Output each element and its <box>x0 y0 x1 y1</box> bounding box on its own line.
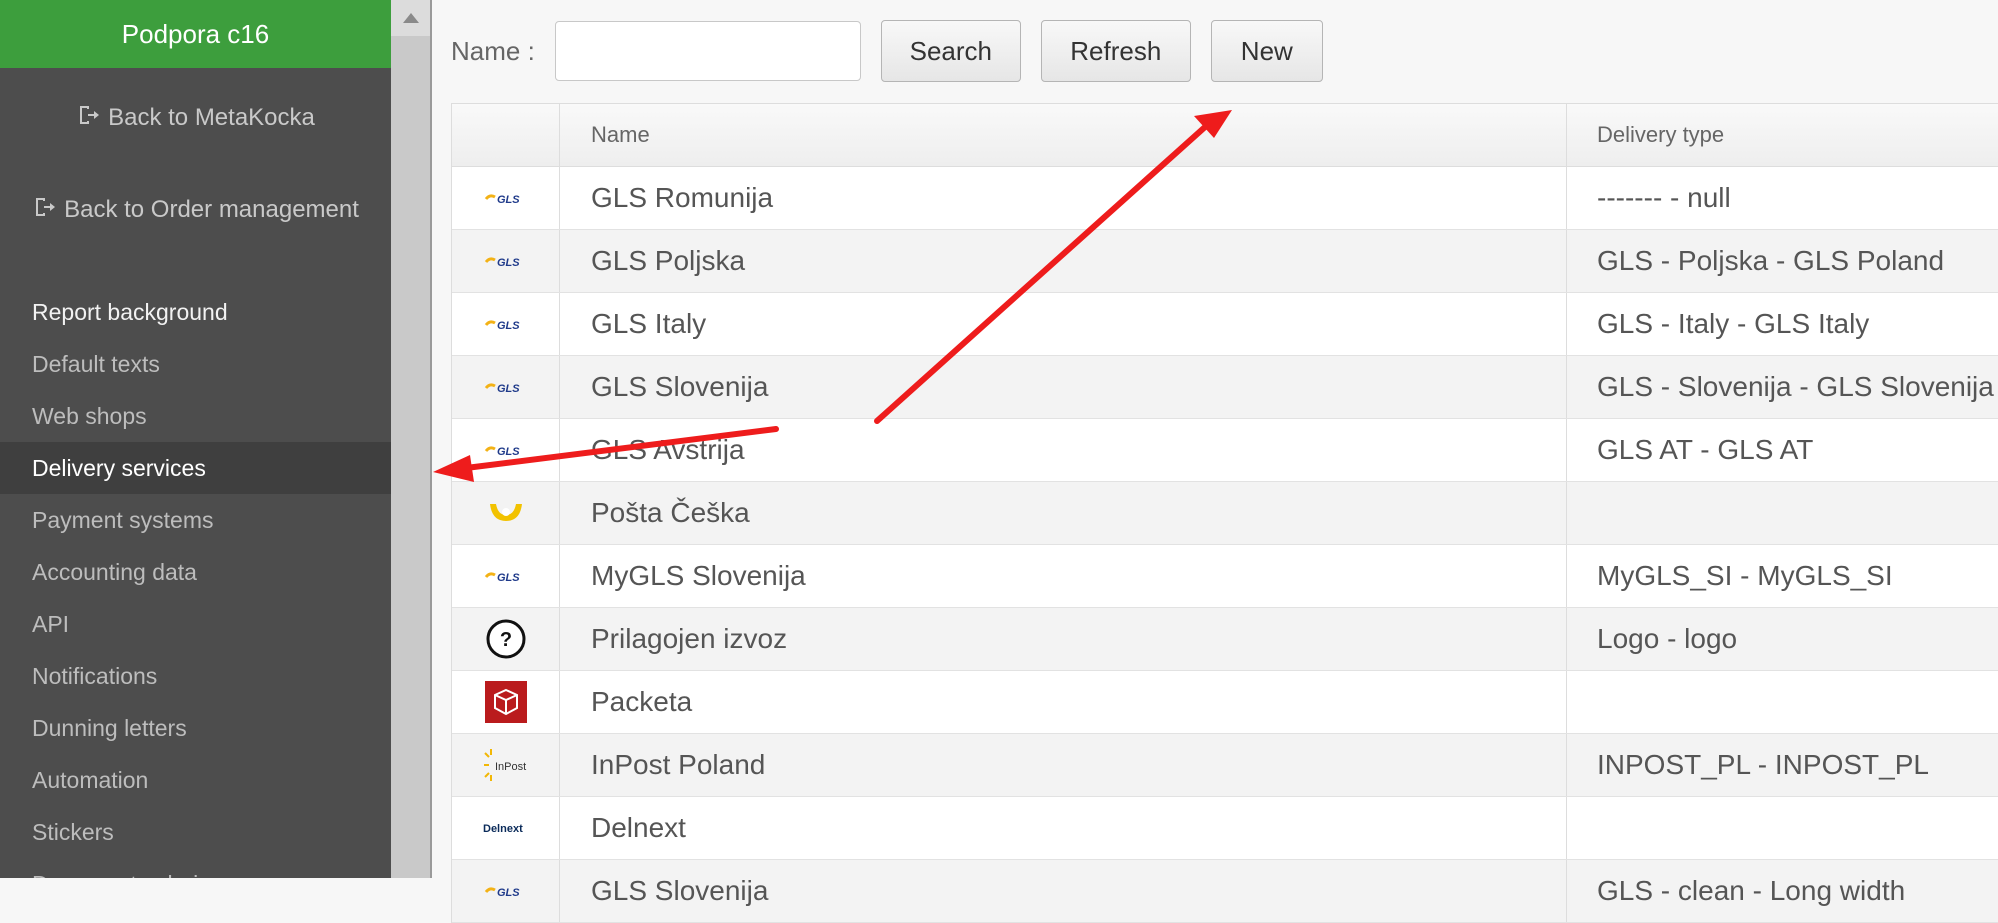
sidebar-item-accounting-data[interactable]: Accounting data <box>0 546 391 598</box>
cell-name: Packeta <box>560 671 1567 733</box>
gls-logo-icon: GLS <box>452 230 560 292</box>
column-header-icon <box>452 104 560 166</box>
cell-delivery-type: GLS AT - GLS AT <box>1597 434 1814 465</box>
table-row[interactable]: GLS GLS Poljska GLS - Poljska - GLS Polan… <box>452 230 1998 293</box>
svg-text:GLS: GLS <box>497 887 520 898</box>
sidebar-item-payment-systems[interactable]: Payment systems <box>0 494 391 546</box>
cell-delivery-type: GLS - Slovenija - GLS Slovenija <box>1597 371 1994 402</box>
table-row[interactable]: GLS GLS Slovenija GLS - clean - Long widt… <box>452 860 1998 923</box>
main-content: Name : Search Refresh New Name Delivery … <box>434 0 1998 923</box>
svg-text:InPost: InPost <box>495 761 526 773</box>
table-row[interactable]: InPost InPost Poland INPOST_PL - INPOST_P… <box>452 734 1998 797</box>
gls-logo-icon: GLS <box>452 860 560 922</box>
cell-name: GLS Romunija <box>560 167 1567 229</box>
posta-ceska-logo-icon <box>452 482 560 544</box>
cell-name: GLS Avstrija <box>560 419 1567 481</box>
svg-text:GLS: GLS <box>497 572 520 583</box>
delivery-services-table: Name Delivery type GLS GLS Romunija -----… <box>451 103 1998 923</box>
sidebar-item-api[interactable]: API <box>0 598 391 650</box>
table-row[interactable]: GLS GLS Romunija ------- - null <box>452 167 1998 230</box>
toolbar: Name : Search Refresh New <box>451 20 1323 82</box>
gls-logo-icon: GLS <box>452 545 560 607</box>
cell-name: GLS Slovenija <box>560 860 1567 922</box>
back-to-metakocka-link[interactable]: Back to MetaKocka <box>0 100 391 136</box>
cell-name: InPost Poland <box>560 734 1567 796</box>
cell-delivery-type: Logo - logo <box>1597 623 1738 654</box>
column-header-name[interactable]: Name <box>560 104 1567 166</box>
table-header: Name Delivery type <box>452 104 1998 167</box>
table-row[interactable]: GLS GLS Slovenija GLS - Slovenija - GLS S… <box>452 356 1998 419</box>
gls-logo-icon: GLS <box>452 167 560 229</box>
delnext-logo-icon: Delnext <box>452 797 560 859</box>
sidebar-item-document-coloring[interactable]: Document coloring <box>0 858 391 879</box>
table-row[interactable]: GLS GLS Italy GLS - Italy - GLS Italy <box>452 293 1998 356</box>
cell-name: GLS Slovenija <box>560 356 1567 418</box>
sidebar-item-automation[interactable]: Automation <box>0 754 391 806</box>
back-to-order-management-link[interactable]: Back to Order management <box>0 192 391 228</box>
cell-delivery-type: GLS - Italy - GLS Italy <box>1597 308 1870 339</box>
svg-text:GLS: GLS <box>497 194 520 205</box>
svg-text:?: ? <box>499 629 511 651</box>
sidebar-item-default-texts[interactable]: Default texts <box>0 338 391 390</box>
cell-name: MyGLS Slovenija <box>560 545 1567 607</box>
gls-logo-icon: GLS <box>452 356 560 418</box>
svg-text:GLS: GLS <box>497 446 520 457</box>
svg-text:GLS: GLS <box>497 383 520 394</box>
exit-icon <box>32 195 56 226</box>
cell-delivery-type <box>1567 482 1998 544</box>
cell-delivery-type <box>1567 671 1998 733</box>
cell-name: Pošta Češka <box>560 482 1567 544</box>
exit-icon <box>76 103 100 134</box>
search-button[interactable]: Search <box>880 20 1021 82</box>
name-label: Name : <box>451 35 535 66</box>
refresh-button[interactable]: Refresh <box>1040 20 1191 82</box>
back-to-order-management-label: Back to Order management <box>64 196 359 223</box>
svg-text:GLS: GLS <box>497 320 520 331</box>
sidebar-item-web-shops[interactable]: Web shops <box>0 390 391 442</box>
packeta-logo-icon <box>452 671 560 733</box>
table-row[interactable]: ? Prilagojen izvoz Logo - logo <box>452 608 1998 671</box>
svg-text:GLS: GLS <box>497 257 520 268</box>
sidebar-item-report-background[interactable]: Report background <box>0 286 391 338</box>
new-button[interactable]: New <box>1210 20 1323 82</box>
table-row[interactable]: Delnext Delnext <box>452 797 1998 860</box>
inpost-logo-icon: InPost <box>452 734 560 796</box>
cell-delivery-type: MyGLS_SI - MyGLS_SI <box>1597 560 1893 591</box>
sidebar-item-dunning-letters[interactable]: Dunning letters <box>0 702 391 754</box>
table-row[interactable]: Packeta <box>452 671 1998 734</box>
cell-delivery-type: ------- - null <box>1597 182 1731 213</box>
sidebar-item-notifications[interactable]: Notifications <box>0 650 391 702</box>
cell-delivery-type: INPOST_PL - INPOST_PL <box>1597 749 1929 780</box>
name-search-input[interactable] <box>554 21 861 81</box>
table-row[interactable]: Pošta Češka <box>452 482 1998 545</box>
svg-text:Delnext: Delnext <box>483 823 523 835</box>
sidebar-menu: Report background Default texts Web shops D… <box>0 286 391 878</box>
cell-delivery-type <box>1567 797 1998 859</box>
cell-name: GLS Italy <box>560 293 1567 355</box>
sidebar-title: Podpora c16 <box>0 0 391 68</box>
gls-logo-icon: GLS <box>452 293 560 355</box>
question-mark-icon: ? <box>452 608 560 670</box>
gls-logo-icon: GLS <box>452 419 560 481</box>
cell-name: Delnext <box>560 797 1567 859</box>
sidebar-item-stickers[interactable]: Stickers <box>0 806 391 858</box>
back-to-metakocka-label: Back to MetaKocka <box>108 104 315 131</box>
cell-name: Prilagojen izvoz <box>560 608 1567 670</box>
table-row[interactable]: GLS MyGLS Slovenija MyGLS_SI - MyGLS_SI <box>452 545 1998 608</box>
sidebar-scrollbar[interactable] <box>391 0 432 878</box>
column-header-delivery-type[interactable]: Delivery type <box>1567 104 1998 166</box>
scroll-up-arrow-icon[interactable] <box>391 0 430 36</box>
sidebar: Podpora c16 Back to MetaKocka Back to Or… <box>0 0 391 878</box>
cell-delivery-type: GLS - clean - Long width <box>1597 875 1906 906</box>
table-body: GLS GLS Romunija ------- - null GLS GLS P… <box>452 167 1998 923</box>
cell-delivery-type: GLS - Poljska - GLS Poland <box>1597 245 1945 276</box>
sidebar-item-delivery-services[interactable]: Delivery services <box>0 442 391 494</box>
cell-name: GLS Poljska <box>560 230 1567 292</box>
table-row[interactable]: GLS GLS Avstrija GLS AT - GLS AT <box>452 419 1998 482</box>
